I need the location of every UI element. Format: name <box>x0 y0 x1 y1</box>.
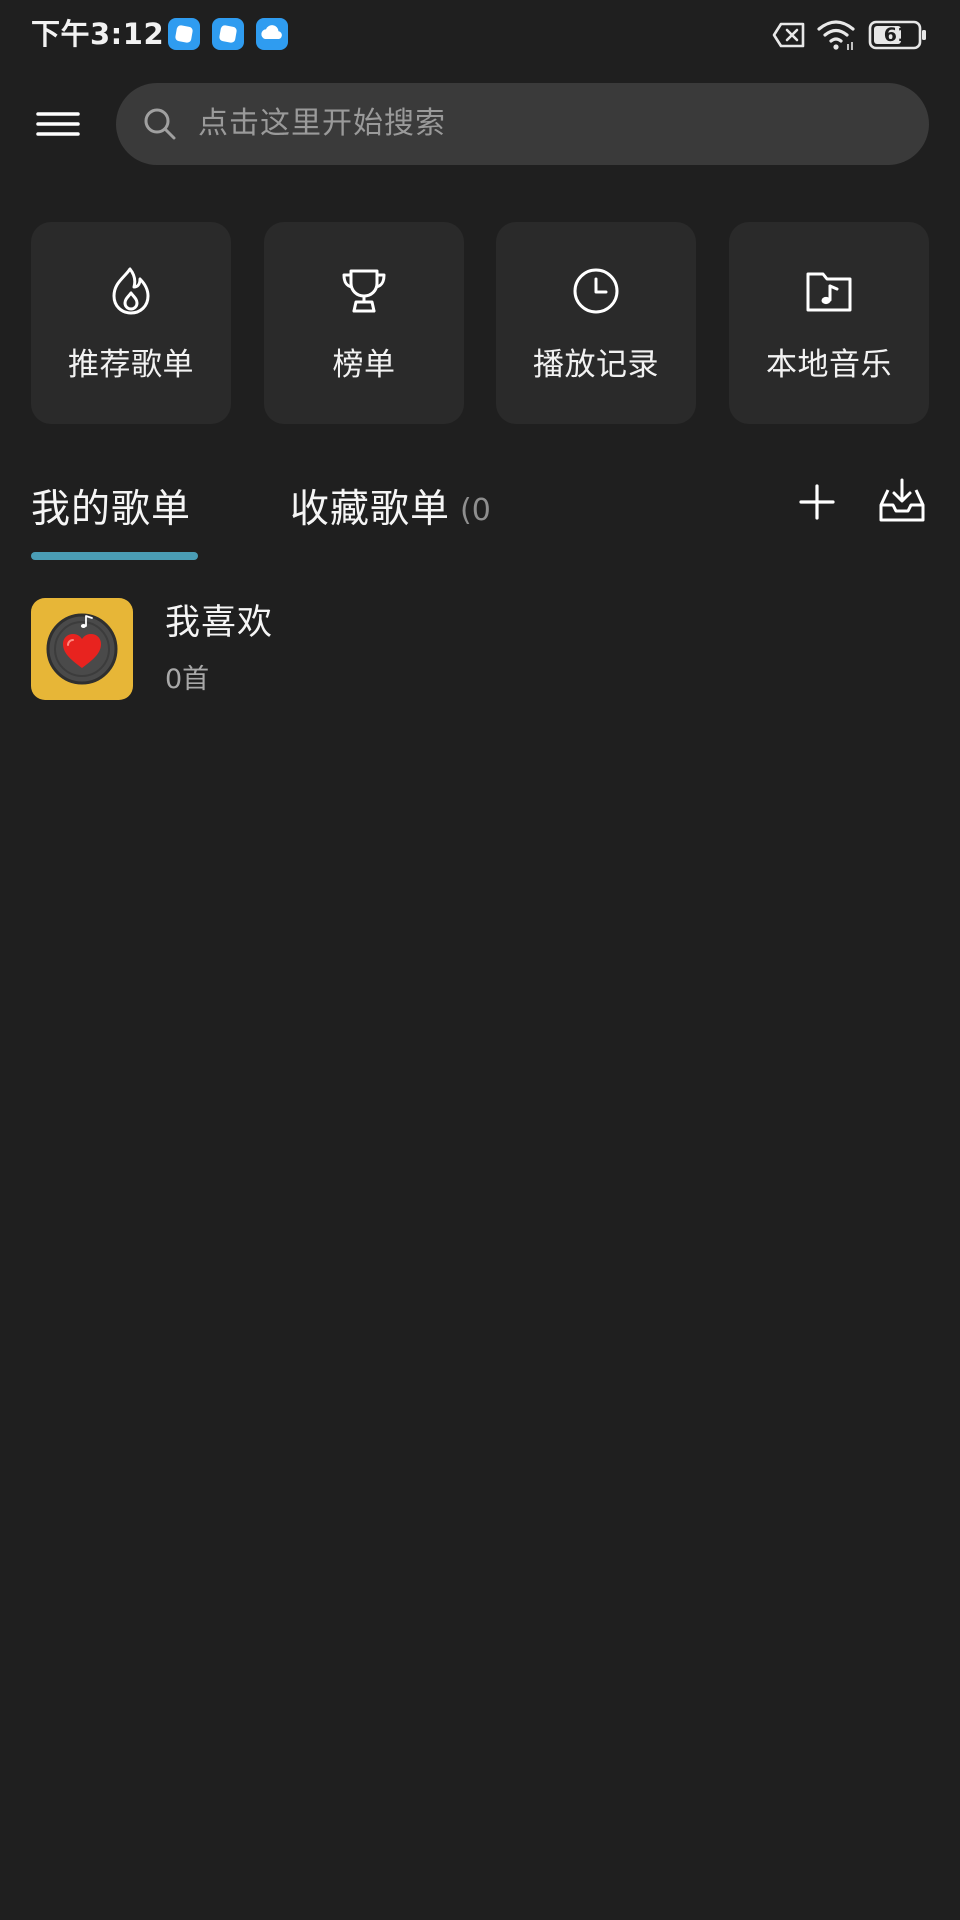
quick-action-recommended[interactable]: 推荐歌单 <box>31 222 231 424</box>
trophy-icon <box>342 269 386 313</box>
status-time: 下午3:12 <box>31 17 165 51</box>
import-playlist-button[interactable] <box>874 474 930 530</box>
inbox-download-icon <box>879 478 925 522</box>
collected-count: (0 <box>460 493 491 528</box>
flame-icon <box>112 267 150 315</box>
heart-record-icon <box>46 613 118 685</box>
quick-action-local-music[interactable]: 本地音乐 <box>729 222 929 424</box>
wifi-icon <box>817 20 855 50</box>
playlist-title: 我喜欢 <box>165 603 274 643</box>
search-bar[interactable]: 点击这里开始搜索 <box>116 83 929 165</box>
playlist-cover <box>31 598 133 700</box>
quick-action-charts[interactable]: 榜单 <box>264 222 464 424</box>
quick-action-history[interactable]: 播放记录 <box>496 222 696 424</box>
quick-action-label: 本地音乐 <box>766 347 892 383</box>
sim-error-icon <box>772 22 805 48</box>
playlist-item-favorites[interactable]: 我喜欢 0首 <box>0 590 960 714</box>
music-folder-icon <box>806 272 852 312</box>
status-bar: 下午3:12 61 <box>0 0 960 68</box>
app-notification-icon <box>168 18 200 50</box>
tab-my-playlists[interactable]: 我的歌单 <box>31 484 191 536</box>
menu-button[interactable] <box>30 100 86 150</box>
app-notification-icon <box>212 18 244 50</box>
search-placeholder: 点击这里开始搜索 <box>198 106 446 141</box>
create-playlist-button[interactable] <box>789 474 845 530</box>
clock-icon <box>573 268 619 314</box>
tab-collected-playlists[interactable]: 收藏歌单 <box>290 484 450 536</box>
search-icon <box>144 108 176 140</box>
battery-level: 61 <box>883 24 911 46</box>
tab-indicator <box>31 552 198 560</box>
plus-icon <box>799 484 835 520</box>
quick-action-label: 推荐歌单 <box>68 347 194 383</box>
hamburger-menu-icon <box>36 112 80 136</box>
playlist-song-count: 0首 <box>165 664 210 695</box>
cloud-notification-icon <box>256 18 288 50</box>
quick-action-label: 播放记录 <box>533 347 659 383</box>
quick-action-label: 榜单 <box>332 347 396 383</box>
